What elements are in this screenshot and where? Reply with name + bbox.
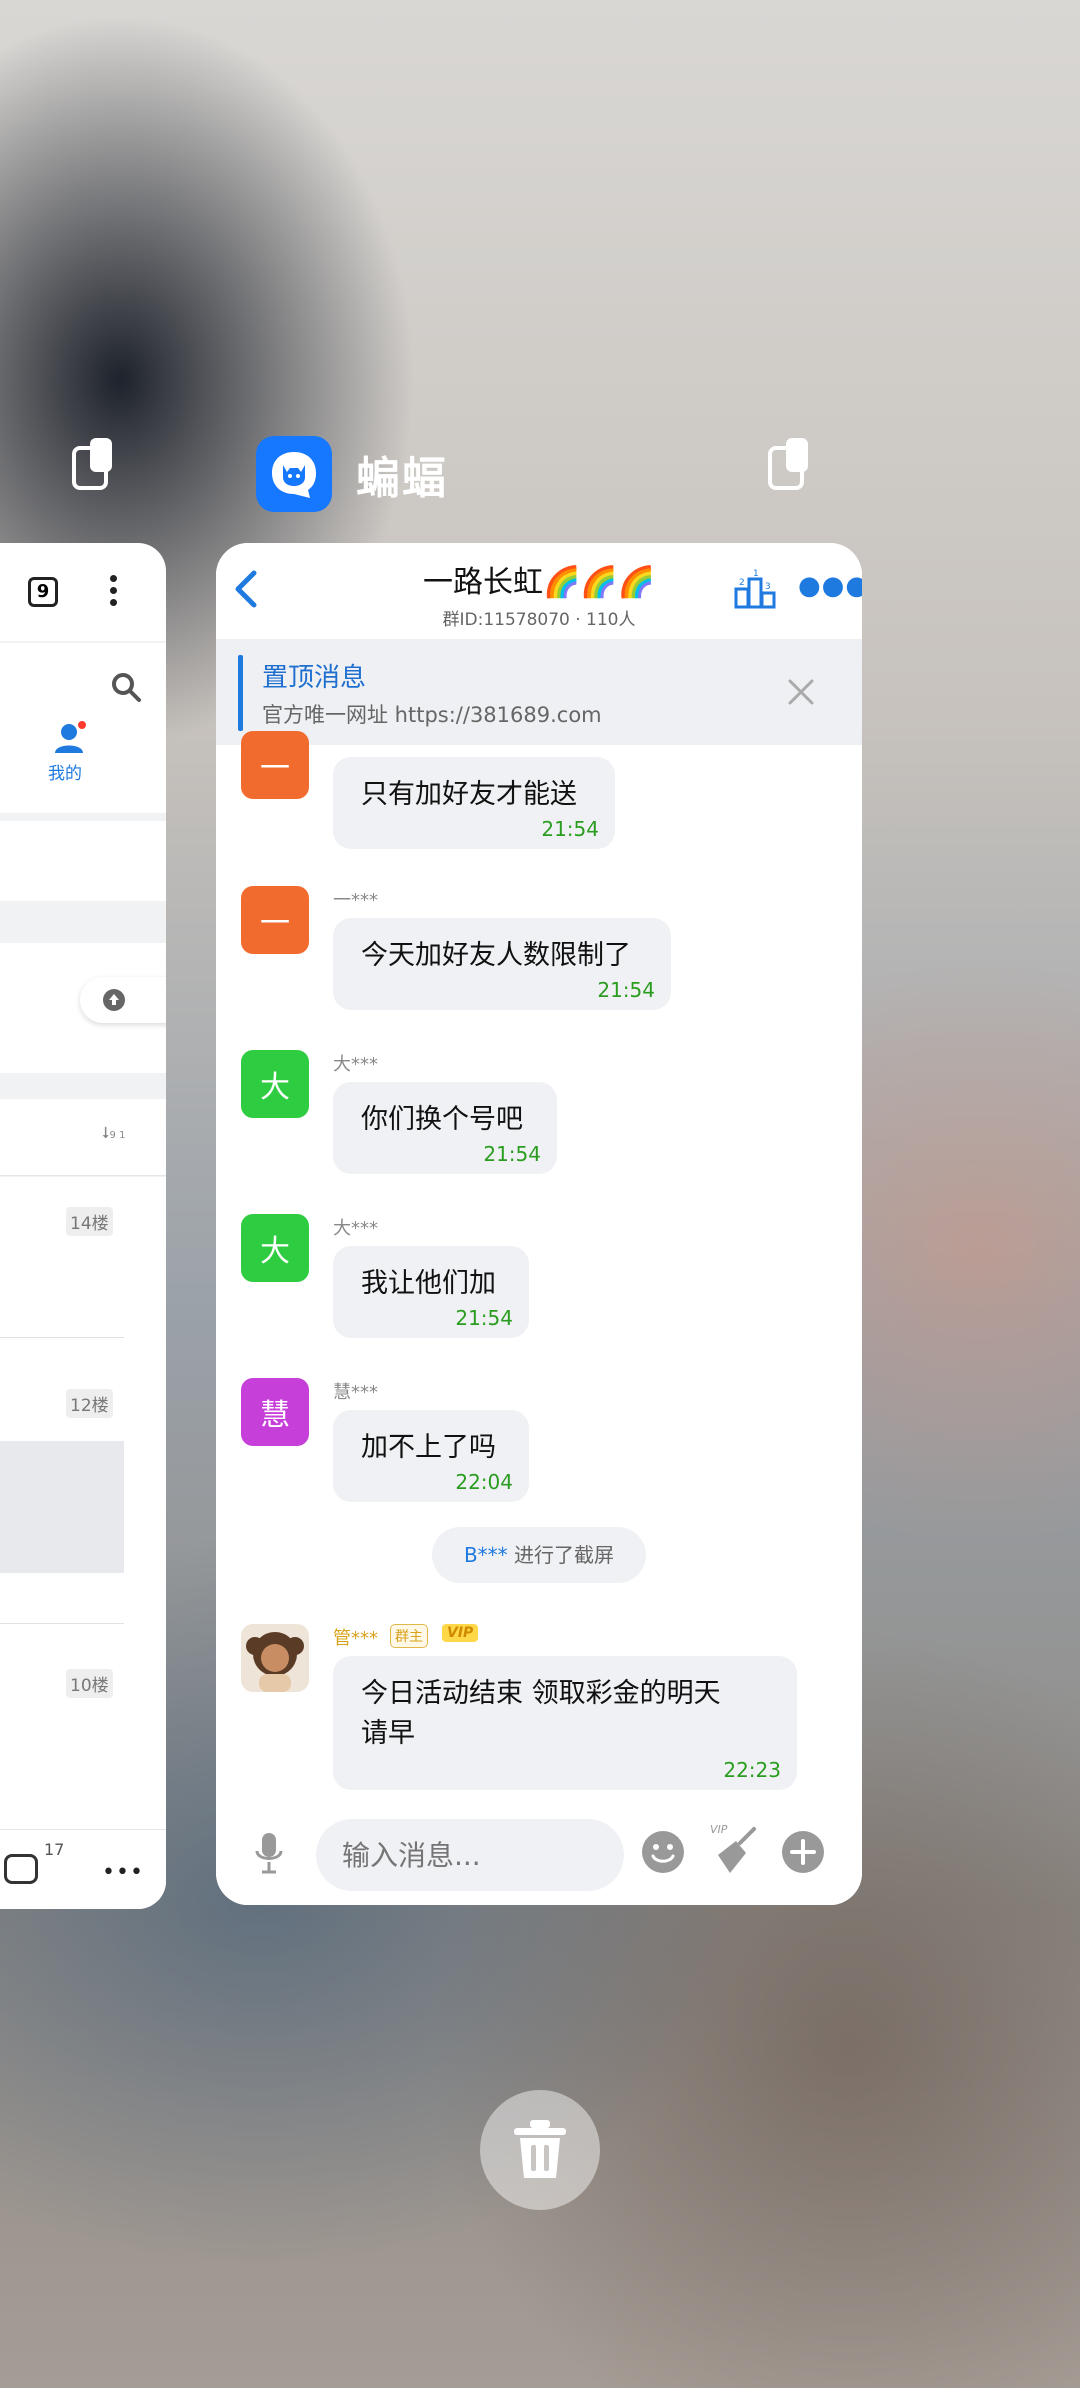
emoji-icon[interactable] [640,1829,686,1879]
message-item: 管*** 群主 VIP 今日活动结束 领取彩金的明天 请早 22:23 [216,1624,862,1804]
message-bubble[interactable]: 加不上了吗 22:04 [333,1410,529,1502]
search-icon[interactable] [110,671,141,702]
sender-name: 管*** [333,1628,378,1649]
message-bubble[interactable]: 今天加好友人数限制了 21:54 [333,918,671,1010]
clear-all-button[interactable] [480,2090,600,2210]
app-logo-icon [256,436,332,512]
left-card-section-2 [0,943,166,1073]
split-screen-icon-left[interactable] [72,438,116,490]
message-item: 一 一*** 今天加好友人数限制了 21:54 [216,886,862,1016]
pinned-title: 置顶消息 [262,663,367,693]
vip-clean-icon[interactable]: VIP [710,1823,760,1881]
message-item: 慧 慧*** 加不上了吗 22:04 [216,1378,862,1508]
svg-text:3: 3 [765,582,771,592]
message-bubble[interactable]: 你们换个号吧 21:54 [333,1082,557,1174]
system-text: 进行了截屏 [507,1543,615,1567]
message-text: 我让他们加 [361,1268,496,1299]
sender-name: 一*** [333,890,378,911]
message-text: 你们换个号吧 [361,1104,523,1135]
floor-label: 10楼 [66,1669,113,1698]
left-card-toolbar: 9 [0,543,166,642]
comment-count: 17 [44,1840,65,1859]
more-icon[interactable]: ••• [102,1860,144,1885]
chat-header: 一路长虹🌈🌈🌈 群ID:11578070 · 110人 213 ●●● [216,543,862,639]
left-card-search: 我的 [0,643,166,813]
avatar[interactable]: 大 [241,1214,309,1282]
close-icon[interactable] [786,677,816,711]
svg-text:1: 1 [753,569,759,579]
comment-icon[interactable] [4,1854,38,1884]
sender-name: 大*** [333,1054,378,1075]
system-notice: B*** 进行了截屏 [432,1527,646,1583]
trash-icon [514,2120,566,2178]
system-name: B*** [463,1543,508,1567]
message-time: 21:54 [455,1306,513,1330]
avatar[interactable]: 大 [241,1050,309,1118]
avatar[interactable] [241,1624,309,1692]
microphone-icon[interactable] [254,1831,284,1879]
message-bubble[interactable]: 我让他们加 21:54 [333,1246,529,1338]
sort-icon[interactable]: ⭣9 1 [102,1123,125,1143]
more-icon[interactable]: ●●● [798,571,862,601]
message-time: 22:23 [723,1758,781,1782]
profile-label[interactable]: 我的 [48,759,82,784]
sender-name: 大*** [333,1218,378,1239]
message-text: 只有加好友才能送 [361,779,577,810]
pinned-text: 官方唯一网址 https://381689.com [262,703,602,727]
avatar[interactable]: 一 [241,886,309,954]
chat-app-card[interactable]: 一路长虹🌈🌈🌈 群ID:11578070 · 110人 213 ●●● 置顶消息… [216,543,862,1905]
message-time: 21:54 [541,817,599,841]
message-text: 加不上了吗 [361,1432,496,1463]
post-image [0,1441,124,1573]
avatar[interactable]: 一 [241,731,309,799]
pinned-message[interactable]: 置顶消息 官方唯一网址 https://381689.com [216,639,862,745]
owner-badge: 群主 [390,1624,428,1648]
input-bar: VIP [216,1813,862,1905]
more-vert-icon[interactable] [110,575,118,606]
message-item: 大 大*** 你们换个号吧 21:54 [216,1050,862,1180]
vip-label: VIP [710,1823,728,1836]
tab-count-icon[interactable]: 9 [28,577,58,607]
app-header[interactable]: 蝙蝠 [256,436,448,512]
left-card-section [0,821,166,901]
message-bubble[interactable]: 只有加好友才能送 21:54 [333,757,615,849]
split-screen-icon-right[interactable] [768,438,812,490]
leaderboard-icon[interactable]: 213 [734,569,776,613]
message-item: 一 只有加好友才能送 21:54 [216,731,862,855]
vip-badge: VIP [442,1624,479,1642]
message-time: 21:54 [483,1142,541,1166]
scroll-top-button[interactable] [80,977,166,1023]
floor-label: 12楼 [66,1389,113,1418]
avatar[interactable]: 慧 [241,1378,309,1446]
sender-name: 慧*** [333,1382,378,1403]
svg-text:2: 2 [739,578,745,588]
message-text: 今天加好友人数限制了 [361,940,631,971]
sort-badge: 9 1 [109,1130,126,1141]
left-card-posts: 14楼 12楼 10楼 [0,1177,166,1737]
left-card-sort-row: ⭣9 1 [0,1099,166,1176]
add-icon[interactable] [780,1829,826,1879]
message-text: 今日活动结束 领取彩金的明天 请早 [361,1678,721,1749]
tab-count: 9 [36,581,50,602]
message-input[interactable] [316,1819,624,1891]
message-bubble[interactable]: 今日活动结束 领取彩金的明天 请早 22:23 [333,1656,797,1790]
floor-label: 14楼 [66,1207,113,1236]
app-name: 蝙蝠 [356,453,448,504]
message-time: 22:04 [455,1470,513,1494]
message-item: 大 大*** 我让他们加 21:54 [216,1214,862,1344]
left-card-bottom-bar: 17 ••• [0,1829,166,1909]
previous-app-card[interactable]: 9 我的 ⭣9 1 14楼 12楼 10楼 17 ••• [0,543,166,1909]
message-time: 21:54 [597,978,655,1002]
profile-icon[interactable] [52,721,86,759]
